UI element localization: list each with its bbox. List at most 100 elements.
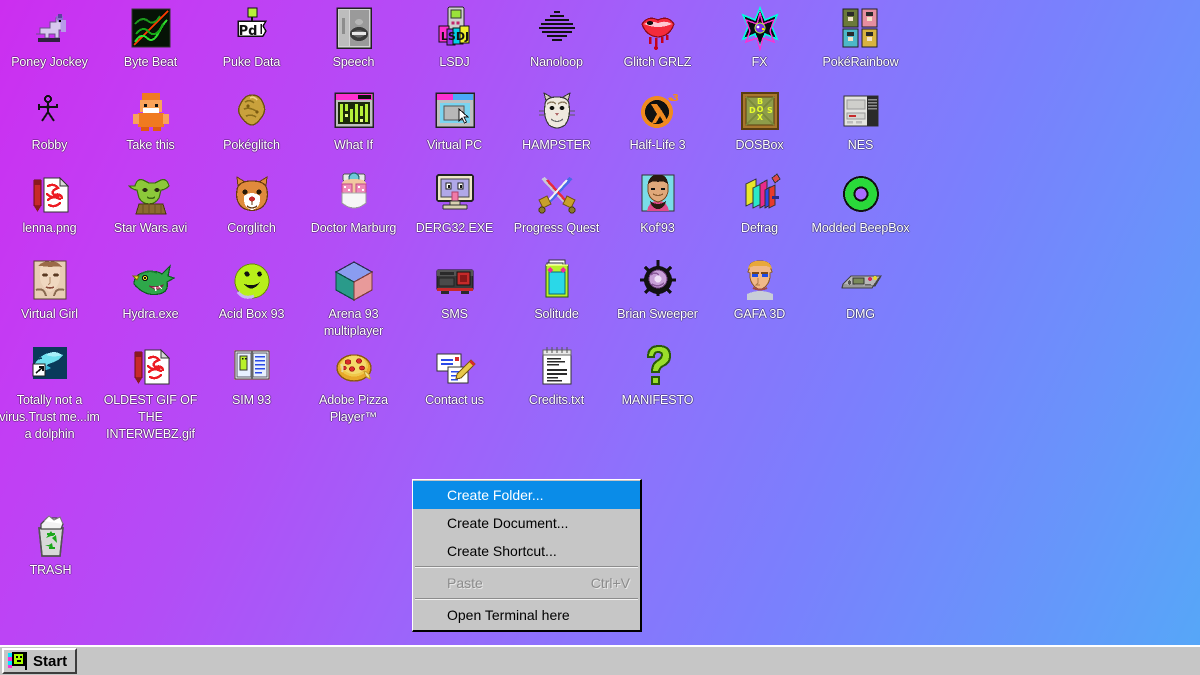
- desktop-icon-label: Kof'93: [607, 220, 708, 237]
- spiked-brain-icon: [634, 256, 682, 304]
- dos-crate-icon: B O X D S: [736, 87, 784, 135]
- pizza-icon: [330, 342, 378, 390]
- start-button[interactable]: Start: [2, 648, 77, 674]
- sms-console-icon: [431, 256, 479, 304]
- gold-blob-icon: [228, 87, 276, 135]
- sprite-grid-icon: [837, 4, 885, 52]
- desktop-icon-hydra-exe[interactable]: Hydra.exe: [100, 256, 201, 323]
- face-photo-icon: [26, 256, 74, 304]
- blond-soldier-icon: [736, 256, 784, 304]
- desktop-icon-label: Brian Sweeper: [607, 306, 708, 323]
- desktop-icon-trash[interactable]: TRASH: [0, 512, 101, 579]
- fighter-portrait-icon: [634, 170, 682, 218]
- mail-pencil-icon: [431, 342, 479, 390]
- desktop-icon-acid-box-93[interactable]: Acid Box 93: [201, 256, 302, 323]
- desktop-icon-oldest-gif[interactable]: OLDEST GIF OF THE INTERWEBZ.gif: [100, 342, 201, 443]
- desktop-icon-label: Pokéglitch: [201, 137, 302, 154]
- desktop-icon-nes[interactable]: NES: [810, 87, 911, 154]
- green-dragon-icon: [127, 256, 175, 304]
- desktop-icon-robby[interactable]: Robby: [0, 87, 100, 154]
- desktop-icon-derg32-exe[interactable]: DERG32.EXE: [404, 170, 505, 237]
- flag-icon: [8, 652, 28, 670]
- desktop-context-menu[interactable]: Create Folder... Create Document... Create…: [412, 479, 642, 632]
- desktop-icon-poney-jockey[interactable]: Poney Jockey: [0, 4, 100, 71]
- green-waveform-icon: [127, 4, 175, 52]
- svg-text:3: 3: [672, 93, 679, 104]
- desktop-icon-corglitch[interactable]: Corglitch: [201, 170, 302, 237]
- lambda-orange-icon: 3: [634, 87, 682, 135]
- handheld-gray-icon: [837, 256, 885, 304]
- desktop-icon-label: Doctor Marburg: [303, 220, 404, 237]
- desktop-icon-hampster[interactable]: HAMPSTER: [506, 87, 607, 154]
- trash-label: TRASH: [0, 562, 101, 579]
- tracker-window-icon: [330, 87, 378, 135]
- desktop-icon-virtual-girl[interactable]: Virtual Girl: [0, 256, 100, 323]
- context-menu-item-create-folder[interactable]: Create Folder...: [413, 481, 640, 509]
- desktop-icon-contact-us[interactable]: Contact us: [404, 342, 505, 409]
- desktop-icon-label: MANIFESTO: [607, 392, 708, 409]
- desktop-icon-virtual-pc[interactable]: Virtual PC: [404, 87, 505, 154]
- desktop-icon-nanoloop[interactable]: Nanoloop: [506, 4, 607, 71]
- desktop-icon-gafa-3d[interactable]: GAFA 3D: [709, 256, 810, 323]
- context-menu-item-create-shortcut[interactable]: Create Shortcut...: [413, 537, 640, 565]
- desktop-icon-credits-txt[interactable]: Credits.txt: [506, 342, 607, 409]
- desktop[interactable]: Poney Jockey Byte Beat Pd Puke Data Spee…: [0, 0, 1200, 675]
- desktop-icon-label: SMS: [404, 306, 505, 323]
- desktop-icon-arena-93[interactable]: Arena 93 multiplayer: [303, 256, 404, 340]
- desktop-icon-what-if[interactable]: What If: [303, 87, 404, 154]
- desktop-icon-speech[interactable]: Speech: [303, 4, 404, 71]
- iso-cube-icon: [330, 256, 378, 304]
- taskbar-window-list[interactable]: [77, 648, 1198, 674]
- desktop-icon-sim-93[interactable]: SIM 93: [201, 342, 302, 409]
- desktop-icon-adobe-pizza-player[interactable]: Adobe Pizza Player™: [303, 342, 404, 426]
- desktop-icon-lsdj[interactable]: LSDJLSDJ: [404, 4, 505, 71]
- doctor-head-icon: [330, 170, 378, 218]
- desktop-icon-totally-not-a-virus[interactable]: Totally not a virus.Trust me...im a dolp…: [0, 342, 100, 443]
- card-stack-icon: [533, 256, 581, 304]
- desktop-icon-pokerainbow[interactable]: PokéRainbow: [810, 4, 911, 71]
- context-menu-item-create-document[interactable]: Create Document...: [413, 509, 640, 537]
- context-menu-item-label: Create Document...: [447, 515, 568, 531]
- context-menu-item-label: Open Terminal here: [447, 607, 570, 623]
- desktop-icon-modded-beepbox[interactable]: Modded BeepBox: [810, 170, 911, 237]
- desktop-icon-label: NES: [810, 137, 911, 154]
- desktop-icon-dmg[interactable]: DMG: [810, 256, 911, 323]
- desktop-icon-progress-quest[interactable]: Progress Quest: [506, 170, 607, 237]
- desktop-icon-label: lenna.png: [0, 220, 100, 237]
- stick-figure-icon: [26, 87, 74, 135]
- desktop-icon-defrag[interactable]: Defrag: [709, 170, 810, 237]
- desktop-icon-label: What If: [303, 137, 404, 154]
- desktop-icon-glitch-grlz[interactable]: Glitch GRLZ: [607, 4, 708, 71]
- desktop-icon-dosbox[interactable]: B O X D SDOSBox: [709, 87, 810, 154]
- desktop-icon-kof-93[interactable]: Kof'93: [607, 170, 708, 237]
- crossed-swords-icon: [533, 170, 581, 218]
- desktop-icon-brian-sweeper[interactable]: Brian Sweeper: [607, 256, 708, 323]
- context-menu-item-open-terminal-here[interactable]: Open Terminal here: [413, 601, 640, 629]
- gameboy-lsdj-icon: LSDJ: [431, 4, 479, 52]
- desktop-icon-sms[interactable]: SMS: [404, 256, 505, 323]
- desktop-icon-label: PokéRainbow: [810, 54, 911, 71]
- desktop-icon-byte-beat[interactable]: Byte Beat: [100, 4, 201, 71]
- desktop-icon-solitude[interactable]: Solitude: [506, 256, 607, 323]
- desktop-icon-take-this[interactable]: Take this: [100, 87, 201, 154]
- open-book-icon: [228, 342, 276, 390]
- mouth-photo-icon: [330, 4, 378, 52]
- desktop-icon-puke-data[interactable]: Pd Puke Data: [201, 4, 302, 71]
- desktop-icon-pokeglitch[interactable]: Pokéglitch: [201, 87, 302, 154]
- desktop-icon-label: HAMPSTER: [506, 137, 607, 154]
- pixel-pony-icon: [26, 4, 74, 52]
- taskbar[interactable]: Start: [0, 645, 1200, 675]
- desktop-icon-half-life-3[interactable]: 3Half-Life 3: [607, 87, 708, 154]
- context-menu-item-label: Create Folder...: [447, 487, 544, 503]
- desktop-icon-fx[interactable]: FX: [709, 4, 810, 71]
- desktop-icon-label: GAFA 3D: [709, 306, 810, 323]
- desktop-icon-label: Speech: [303, 54, 404, 71]
- desktop-icon-lenna-png[interactable]: lenna.png: [0, 170, 100, 237]
- green-ring-icon: [837, 170, 885, 218]
- paint-doc-red-icon: [127, 342, 175, 390]
- desktop-icon-manifesto[interactable]: MANIFESTO: [607, 342, 708, 409]
- desktop-icon-doctor-marburg[interactable]: Doctor Marburg: [303, 170, 404, 237]
- desktop-icon-label: Totally not a virus.Trust me...im a dolp…: [0, 392, 100, 443]
- context-menu-item-label: Paste: [447, 575, 483, 591]
- desktop-icon-star-wars-avi[interactable]: Star Wars.avi: [100, 170, 201, 237]
